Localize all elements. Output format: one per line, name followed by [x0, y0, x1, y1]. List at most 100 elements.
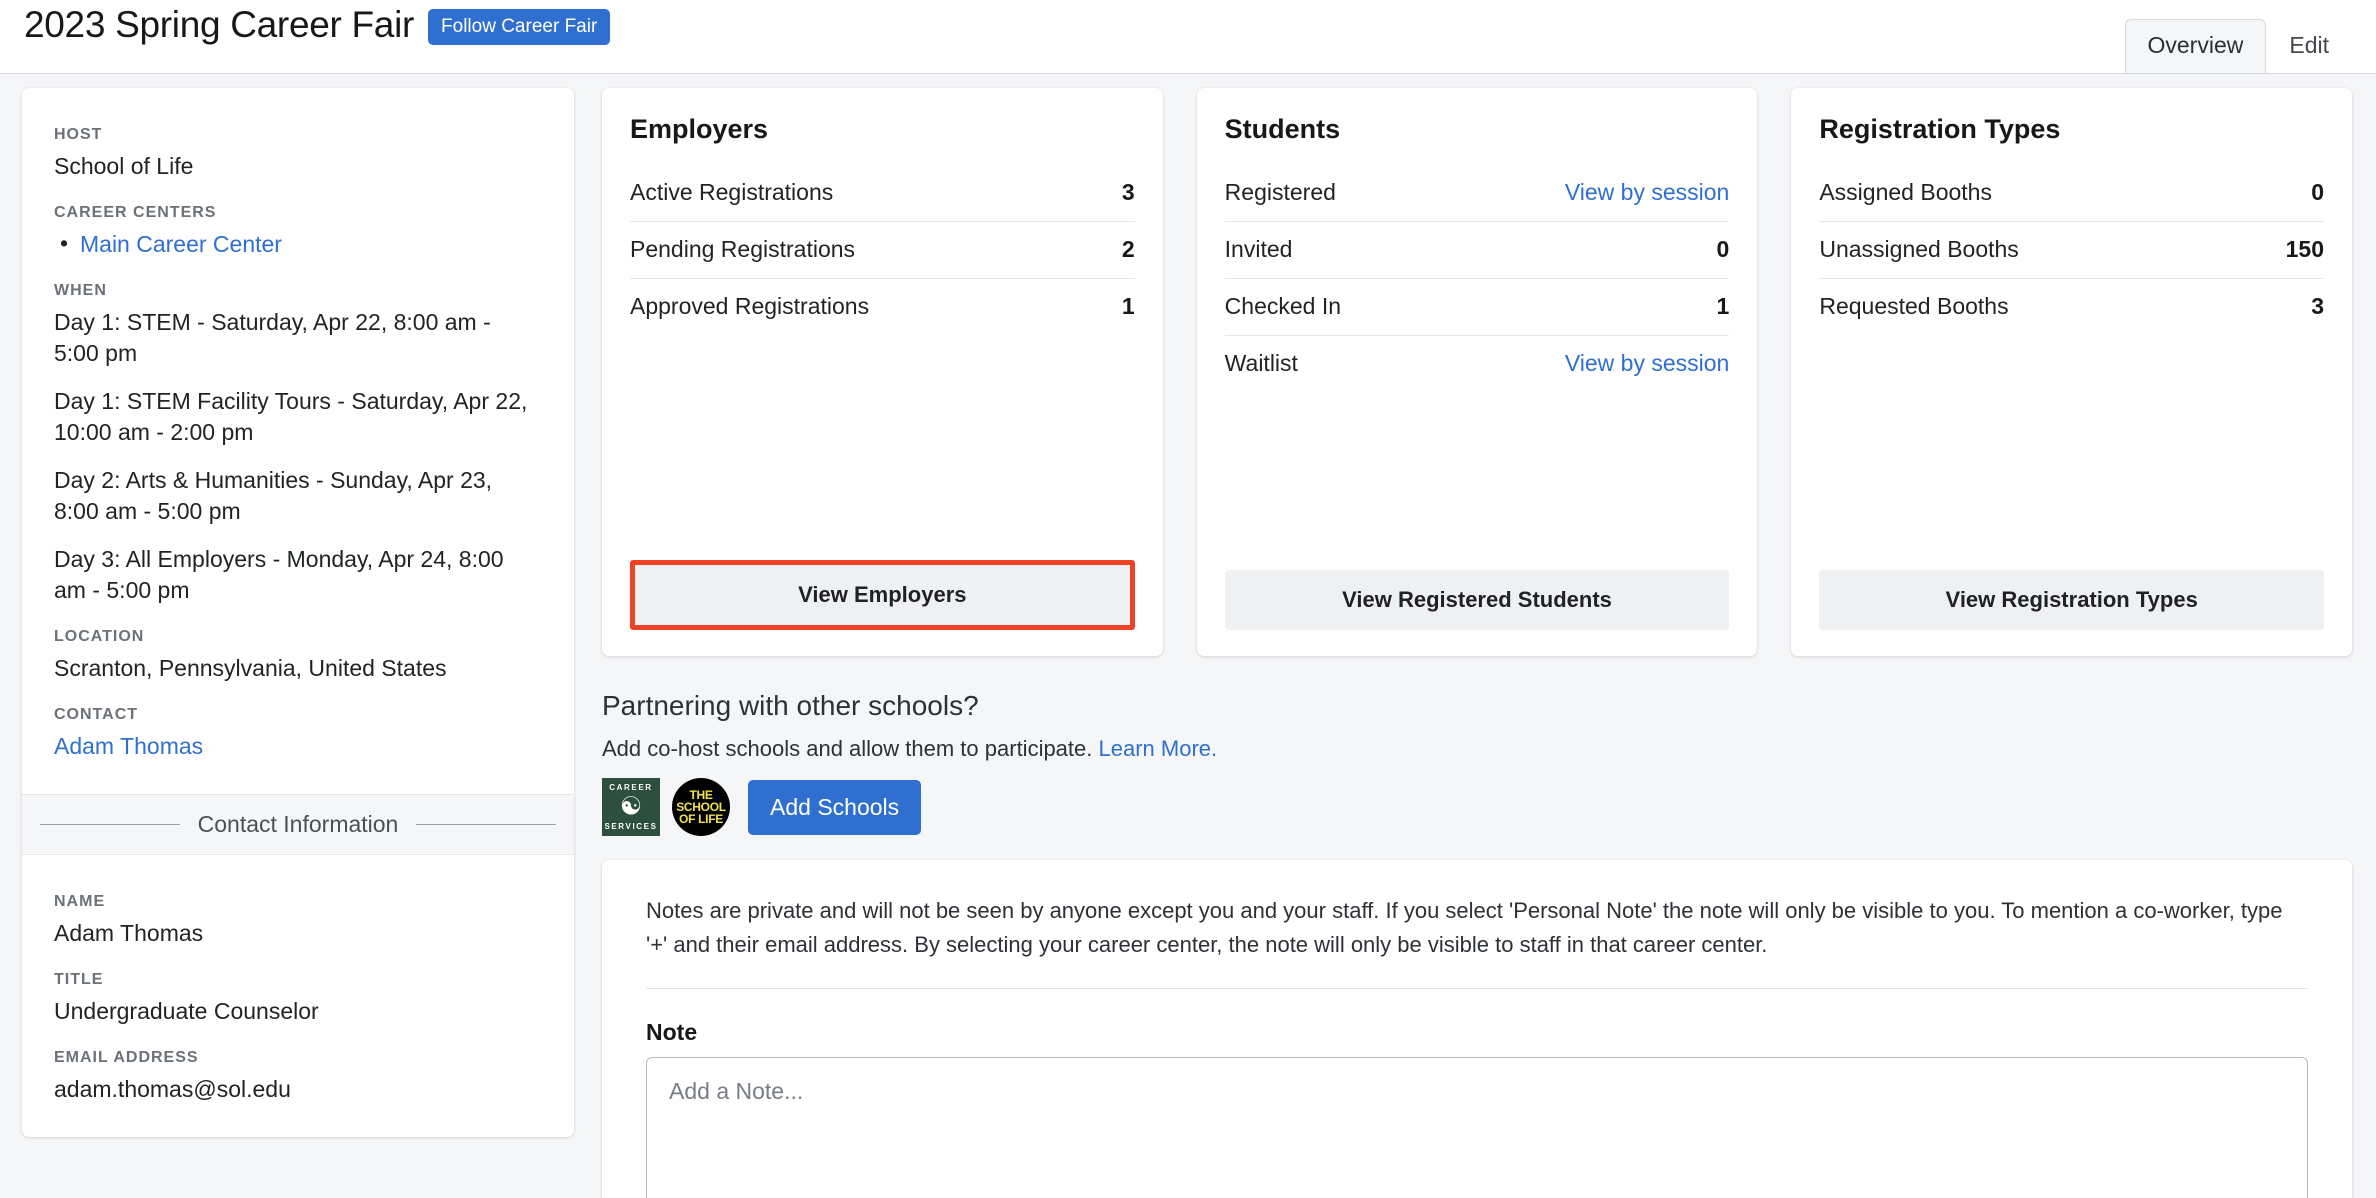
stat-label: Waitlist: [1224, 350, 1298, 376]
table-row: Registered View by session: [1224, 165, 1730, 222]
learn-more-link[interactable]: Learn More.: [1099, 736, 1218, 761]
when-line-1: Day 1: STEM - Saturday, Apr 22, 8:00 am …: [54, 309, 491, 366]
registered-view-by-session-link[interactable]: View by session: [1565, 179, 1730, 206]
notes-card: Notes are private and will not be seen b…: [602, 860, 2352, 1198]
header-left-group: 2023 Spring Career Fair Follow Career Fa…: [0, 0, 611, 48]
contact-link[interactable]: Adam Thomas: [54, 733, 203, 759]
tab-overview[interactable]: Overview: [2124, 19, 2267, 73]
stat-value: 0: [2311, 179, 2325, 205]
stat-label: Unassigned Booths: [1819, 236, 2019, 262]
view-registered-students-button[interactable]: View Registered Students: [1224, 570, 1730, 630]
event-details-body: HOST School of Life CAREER CENTERS Main …: [22, 88, 574, 794]
app-header: 2023 Spring Career Fair Follow Career Fa…: [0, 0, 2376, 74]
email-field: EMAIL ADDRESS adam.thomas@sol.edu: [54, 1049, 540, 1105]
name-field: NAME Adam Thomas: [54, 893, 540, 949]
registration-types-stat-list: Assigned Booths 0 Unassigned Booths 150 …: [1819, 165, 2325, 570]
stat-label: Registered: [1224, 179, 1336, 205]
stat-value: 2: [1121, 236, 1135, 262]
view-registration-types-button[interactable]: View Registration Types: [1819, 570, 2325, 630]
page-title: 2023 Spring Career Fair: [24, 4, 415, 45]
name-value: Adam Thomas: [54, 920, 204, 946]
event-details-card: HOST School of Life CAREER CENTERS Main …: [22, 88, 574, 1137]
email-value: adam.thomas@sol.edu: [54, 1076, 291, 1102]
table-row: Unassigned Booths 150: [1819, 222, 2325, 279]
location-field: LOCATION Scranton, Pennsylvania, United …: [54, 628, 540, 684]
table-row: Assigned Booths 0: [1819, 165, 2325, 222]
header-tabs: Overview Edit: [2124, 19, 2353, 73]
employers-card: Employers Active Registrations 3 Pending…: [602, 88, 1163, 656]
phoenix-icon: ☯: [619, 792, 643, 821]
host-field: HOST School of Life: [54, 126, 540, 182]
follow-career-fair-button[interactable]: Follow Career Fair: [428, 9, 611, 45]
career-centers-list: Main Career Center: [54, 228, 540, 260]
stat-value: 1: [1716, 293, 1730, 319]
waitlist-view-by-session-link[interactable]: View by session: [1565, 350, 1730, 377]
tab-edit[interactable]: Edit: [2266, 19, 2352, 73]
career-services-logo: CAREER ☯ SERVICES: [602, 778, 660, 836]
registration-types-card-title: Registration Types: [1819, 114, 2061, 144]
view-employers-highlight: View Employers: [630, 560, 1135, 630]
view-employers-button[interactable]: View Employers: [635, 565, 1130, 625]
list-item: Main Career Center: [54, 228, 540, 260]
career-services-logo-top-text: CAREER: [609, 783, 653, 792]
when-line-2: Day 1: STEM Facility Tours - Saturday, A…: [54, 388, 528, 445]
employers-card-title: Employers: [630, 114, 769, 144]
contact-label: CONTACT: [54, 706, 139, 723]
students-stat-list: Registered View by session Invited 0 Che…: [1224, 165, 1730, 570]
stat-label: Assigned Booths: [1819, 179, 1992, 205]
stat-value: 1: [1121, 293, 1135, 319]
school-of-life-logo-text: THE SCHOOL OF LIFE: [676, 789, 726, 825]
career-services-logo-bottom-text: SERVICES: [604, 822, 658, 831]
note-input[interactable]: [646, 1057, 2308, 1198]
stat-value: 3: [1121, 179, 1135, 205]
stat-cards-row: Employers Active Registrations 3 Pending…: [602, 88, 2353, 656]
partnering-subtitle: Add co-host schools and allow them to pa…: [602, 736, 2352, 762]
when-line-3: Day 2: Arts & Humanities - Sunday, Apr 2…: [54, 467, 493, 524]
stat-label: Checked In: [1224, 293, 1342, 319]
add-schools-button[interactable]: Add Schools: [748, 779, 922, 835]
career-centers-field: CAREER CENTERS Main Career Center: [54, 204, 540, 260]
table-row: Invited 0: [1224, 222, 1730, 279]
table-row: Checked In 1: [1224, 279, 1730, 336]
location-value: Scranton, Pennsylvania, United States: [54, 655, 447, 681]
when-label: WHEN: [54, 282, 107, 299]
divider-rule-right: [416, 824, 556, 825]
employers-stat-list: Active Registrations 3 Pending Registrat…: [630, 165, 1135, 560]
stat-label: Approved Registrations: [630, 293, 870, 319]
divider-rule-left: [40, 824, 180, 825]
contact-information-body: NAME Adam Thomas TITLE Undergraduate Cou…: [22, 855, 574, 1137]
title-field: TITLE Undergraduate Counselor: [54, 971, 540, 1027]
students-card: Students Registered View by session Invi…: [1196, 88, 1758, 656]
career-centers-label: CAREER CENTERS: [54, 204, 217, 221]
main-column: Employers Active Registrations 3 Pending…: [602, 88, 2353, 1198]
partnering-section: Partnering with other schools? Add co-ho…: [602, 690, 2352, 836]
partnering-logos-row: CAREER ☯ SERVICES THE SCHOOL OF LIFE Add…: [602, 778, 2352, 836]
contact-field: CONTACT Adam Thomas: [54, 706, 540, 762]
host-label: HOST: [54, 126, 103, 143]
table-row: Waitlist View by session: [1225, 336, 1730, 392]
stat-label: Requested Booths: [1819, 293, 2009, 319]
contact-information-divider: Contact Information: [22, 794, 574, 855]
table-row: Approved Registrations 1: [630, 279, 1135, 335]
stat-label: Active Registrations: [630, 179, 834, 205]
content-columns: HOST School of Life CAREER CENTERS Main …: [22, 88, 2353, 1198]
when-line-4: Day 3: All Employers - Monday, Apr 24, 8…: [54, 546, 504, 603]
name-label: NAME: [54, 893, 106, 910]
contact-information-title: Contact Information: [197, 811, 399, 837]
note-label: Note: [646, 1019, 698, 1045]
table-row: Pending Registrations 2: [630, 222, 1135, 279]
table-row: Requested Booths 3: [1819, 279, 2324, 335]
when-field: WHEN Day 1: STEM - Saturday, Apr 22, 8:0…: [54, 282, 540, 606]
stat-value: 150: [2285, 236, 2325, 262]
school-of-life-logo: THE SCHOOL OF LIFE: [672, 778, 730, 836]
title-value: Undergraduate Counselor: [54, 998, 319, 1024]
career-center-link[interactable]: Main Career Center: [80, 231, 282, 257]
students-card-title: Students: [1224, 114, 1341, 144]
partnering-subtitle-text: Add co-host schools and allow them to pa…: [602, 736, 1093, 761]
stat-value: 3: [2311, 293, 2325, 319]
page-body: HOST School of Life CAREER CENTERS Main …: [0, 74, 2376, 1198]
title-label: TITLE: [54, 971, 104, 988]
registration-types-card: Registration Types Assigned Booths 0 Una…: [1791, 88, 2353, 656]
sol-line-3: OF LIFE: [679, 812, 723, 826]
notes-description: Notes are private and will not be seen b…: [646, 894, 2308, 989]
